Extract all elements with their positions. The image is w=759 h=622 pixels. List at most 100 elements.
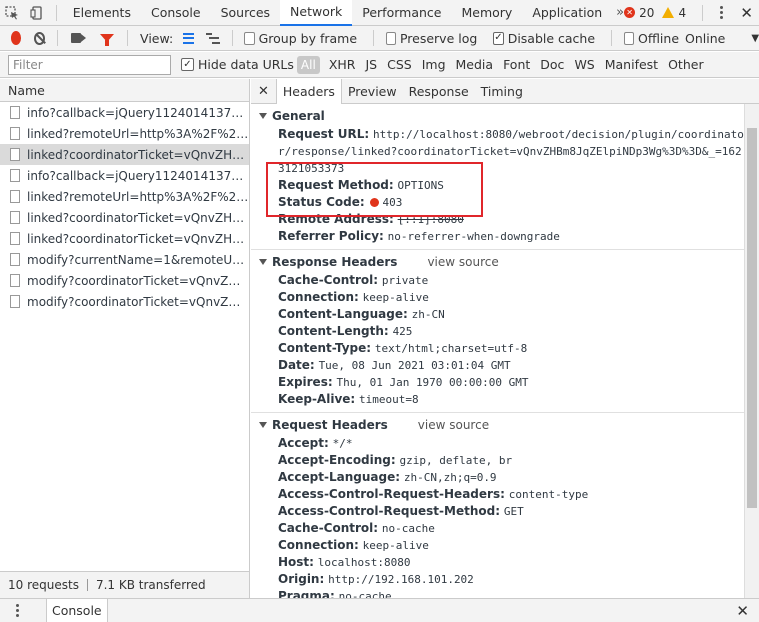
divider xyxy=(55,4,57,21)
table-row[interactable]: info?callback=jQuery1124014137564224... xyxy=(0,102,249,123)
general-section-toggle[interactable]: General xyxy=(251,106,744,126)
filter-input[interactable] xyxy=(8,54,171,75)
hide-data-urls-checkbox[interactable]: ✓ xyxy=(181,58,194,71)
request-method-row: Request Method: OPTIONS xyxy=(278,178,444,192)
close-drawer-button[interactable]: ✕ xyxy=(730,602,759,620)
document-icon xyxy=(10,232,20,245)
header-row: Expires: Thu, 01 Jan 1970 00:00:00 GMT xyxy=(278,375,529,389)
header-row: Origin: http://192.168.101.202 xyxy=(278,572,474,586)
expand-triangle-icon xyxy=(259,113,267,119)
preserve-log-checkbox[interactable] xyxy=(385,31,396,45)
tab-preview[interactable]: Preview xyxy=(342,79,403,104)
tab-application[interactable]: Application xyxy=(522,0,612,25)
headers-panel: General Request URL: http://localhost:80… xyxy=(251,104,744,598)
divider xyxy=(702,4,704,21)
network-toolbar: View: Group by frame Preserve log ✓ Disa… xyxy=(0,26,759,51)
type-filter-img[interactable]: Img xyxy=(417,57,451,72)
bottom-drawer: Console ✕ xyxy=(0,598,759,622)
scrollbar-thumb[interactable] xyxy=(747,128,757,508)
type-filter-all[interactable]: All xyxy=(296,55,320,74)
table-row[interactable]: modify?coordinatorTicket=vQnvZHBm8J xyxy=(0,291,249,312)
request-detail-tabs: ✕ Headers Preview Response Timing xyxy=(251,78,759,105)
tab-performance[interactable]: Performance xyxy=(352,0,451,25)
header-row: Access-Control-Request-Method: GET xyxy=(278,504,524,518)
view-source-link[interactable]: view source xyxy=(427,255,498,269)
table-row[interactable]: linked?coordinatorTicket=vQnvZHBm8JqZ xyxy=(0,207,249,228)
customize-menu-icon[interactable] xyxy=(715,6,728,19)
clear-icon[interactable] xyxy=(34,31,46,45)
drawer-menu-icon[interactable] xyxy=(10,604,24,617)
header-row: Cache-Control: no-cache xyxy=(278,521,435,535)
request-headers-toggle[interactable]: Request Headers view source xyxy=(251,415,744,435)
details-scrollbar[interactable] xyxy=(744,104,759,598)
tab-headers[interactable]: Headers xyxy=(275,78,342,105)
type-filter-manifest[interactable]: Manifest xyxy=(600,57,663,72)
type-filter-font[interactable]: Font xyxy=(498,57,535,72)
tab-timing[interactable]: Timing xyxy=(475,79,529,104)
disable-cache-label: Disable cache xyxy=(507,30,596,46)
divider xyxy=(611,30,612,46)
document-icon xyxy=(10,148,20,161)
header-row: Content-Length: 425 xyxy=(278,324,413,338)
divider xyxy=(373,30,374,46)
close-detail-button[interactable]: ✕ xyxy=(251,84,276,99)
inspect-element-icon[interactable] xyxy=(0,0,25,26)
status-code-row: Status Code: 403 xyxy=(278,195,403,209)
header-row: Accept: */* xyxy=(278,436,353,450)
throttling-select[interactable]: Online xyxy=(685,31,725,46)
type-filter-css[interactable]: CSS xyxy=(382,57,417,72)
disable-cache-checkbox[interactable]: ✓ xyxy=(493,31,504,45)
view-source-link[interactable]: view source xyxy=(418,418,489,432)
overview-icon[interactable] xyxy=(205,32,220,44)
table-row[interactable]: modify?currentName=1&remoteUrl=http xyxy=(0,249,249,270)
record-icon[interactable] xyxy=(11,31,22,45)
divider xyxy=(86,579,88,591)
tab-memory[interactable]: Memory xyxy=(451,0,522,25)
chevron-down-icon[interactable]: ▼ xyxy=(751,33,759,44)
device-toolbar-icon[interactable] xyxy=(25,0,50,26)
tab-console[interactable]: Console xyxy=(141,0,211,25)
close-devtools-button[interactable]: ✕ xyxy=(734,4,759,22)
request-name: linked?coordinatorTicket=vQnvZHBm8JqZ xyxy=(27,147,249,162)
type-filter-other[interactable]: Other xyxy=(663,57,709,72)
request-count: 10 requests xyxy=(8,578,79,592)
header-row: Access-Control-Request-Headers: content-… xyxy=(278,487,589,501)
type-filter-media[interactable]: Media xyxy=(451,57,499,72)
document-icon xyxy=(10,106,20,119)
offline-checkbox[interactable] xyxy=(623,31,634,45)
expand-triangle-icon xyxy=(259,259,267,265)
tab-response[interactable]: Response xyxy=(403,79,475,104)
table-row-selected[interactable]: linked?coordinatorTicket=vQnvZHBm8JqZ xyxy=(0,144,249,165)
request-method-value: OPTIONS xyxy=(397,179,444,192)
drawer-tab-console[interactable]: Console xyxy=(46,599,108,622)
type-filter-js[interactable]: JS xyxy=(360,57,382,72)
table-row[interactable]: linked?coordinatorTicket=vQnvZHBm8JqZ xyxy=(0,228,249,249)
request-name: modify?currentName=1&remoteUrl=http xyxy=(27,252,249,267)
request-name: linked?remoteUrl=http%3A%2F%2Flocalhost xyxy=(27,126,249,141)
more-tabs-button[interactable]: » xyxy=(616,5,624,20)
tab-sources[interactable]: Sources xyxy=(211,0,280,25)
referrer-policy-value: no-referrer-when-downgrade xyxy=(387,230,560,243)
tab-network[interactable]: Network xyxy=(280,0,353,26)
issue-counters[interactable]: ✕ 20 4 xyxy=(624,6,696,20)
table-row[interactable]: linked?remoteUrl=http%3A%2F%2Flocalhost xyxy=(0,186,249,207)
document-icon xyxy=(10,169,20,182)
response-headers-toggle[interactable]: Response Headers view source xyxy=(251,252,744,272)
tab-elements[interactable]: Elements xyxy=(63,0,141,25)
request-list: Name info?callback=jQuery112401413756422… xyxy=(0,79,250,571)
table-row[interactable]: info?callback=jQuery1124014137564224... xyxy=(0,165,249,186)
warning-count: 4 xyxy=(678,5,687,20)
table-row[interactable]: modify?coordinatorTicket=vQnvZHBm8J xyxy=(0,270,249,291)
capture-screenshots-icon[interactable] xyxy=(70,33,87,43)
table-row[interactable]: linked?remoteUrl=http%3A%2F%2Flocalhost xyxy=(0,123,249,144)
filter-icon[interactable] xyxy=(100,34,115,46)
warning-icon xyxy=(662,7,675,18)
type-filter-ws[interactable]: WS xyxy=(569,57,599,72)
name-column-header[interactable]: Name xyxy=(0,79,249,102)
large-rows-icon[interactable] xyxy=(183,32,194,44)
group-by-frame-checkbox[interactable] xyxy=(244,31,255,45)
divider xyxy=(57,30,58,46)
type-filter-xhr[interactable]: XHR xyxy=(324,57,361,72)
devtools-tab-bar: Elements Console Sources Network Perform… xyxy=(0,0,759,26)
type-filter-doc[interactable]: Doc xyxy=(535,57,569,72)
